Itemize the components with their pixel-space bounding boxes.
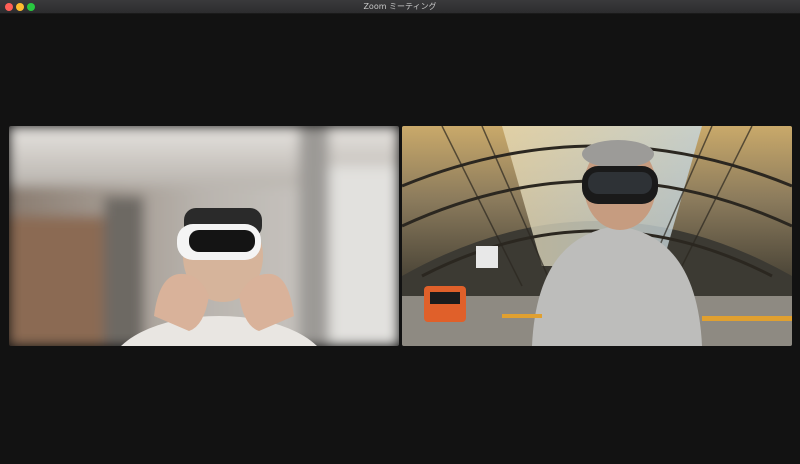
participant-video-right[interactable] [402, 126, 792, 346]
meeting-gallery-view [0, 14, 800, 464]
window-titlebar: Zoom ミーティング [0, 0, 800, 14]
video-feed-left [9, 126, 399, 346]
participant-video-left[interactable] [9, 126, 399, 346]
window-title: Zoom ミーティング [363, 2, 437, 11]
video-feed-right [402, 126, 792, 346]
